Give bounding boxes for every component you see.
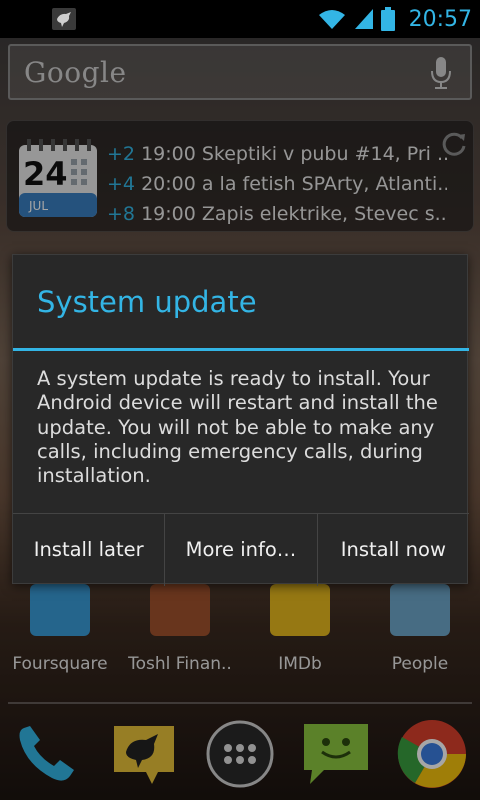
signal-icon: [354, 9, 373, 29]
dialog-title: System update: [37, 285, 257, 319]
install-later-button[interactable]: Install later: [13, 514, 164, 586]
status-clock: 20:57: [408, 6, 472, 32]
wifi-icon: [318, 10, 345, 29]
install-now-button[interactable]: Install now: [316, 514, 469, 586]
dialog-title-divider: [13, 348, 469, 351]
status-bar: 20:57: [0, 0, 480, 38]
more-info-button[interactable]: More info…: [164, 514, 316, 586]
battery-icon: [380, 7, 395, 31]
dialog-message: A system update is ready to install. You…: [37, 367, 438, 488]
dialog-button-bar: Install later More info… Install now: [13, 513, 469, 586]
bird-notification-icon[interactable]: [52, 8, 76, 30]
system-update-dialog: System update A system update is ready t…: [12, 254, 469, 586]
